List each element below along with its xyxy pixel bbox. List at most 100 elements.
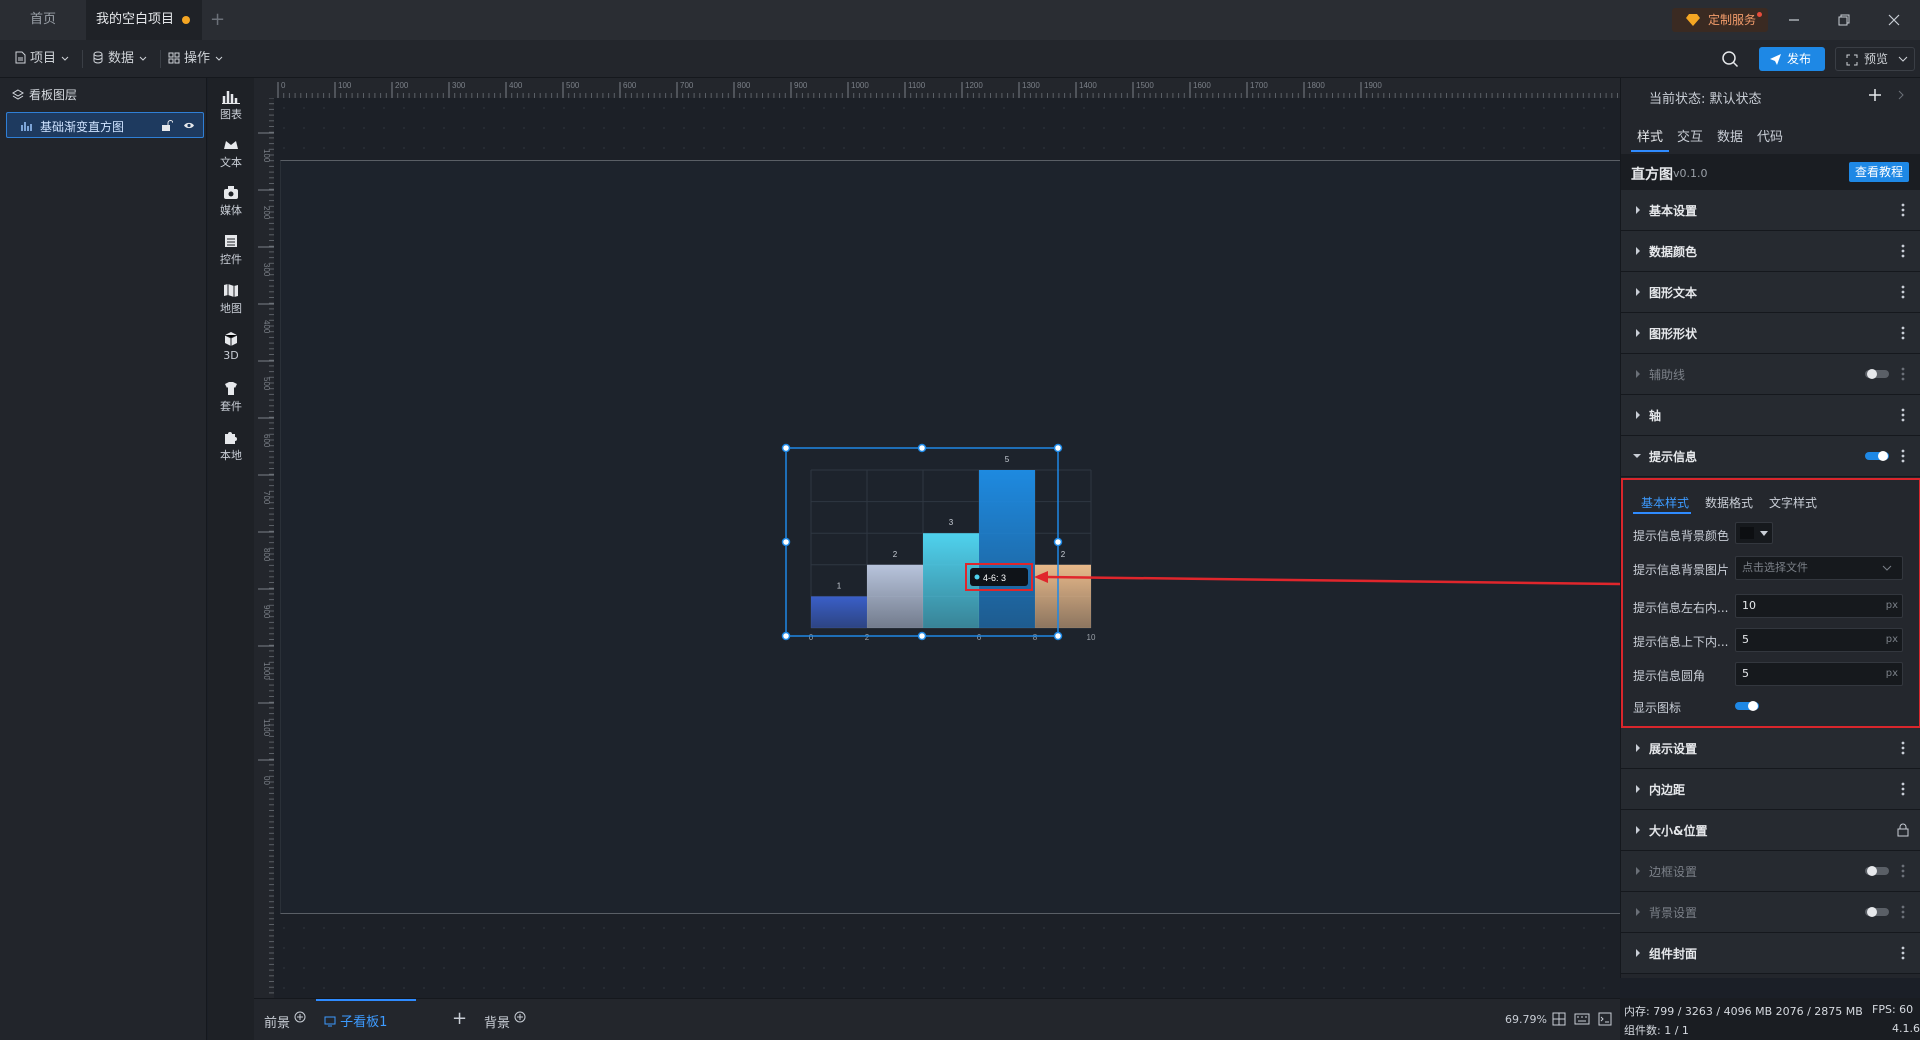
add-board-button[interactable]: + [452, 1008, 467, 1029]
custom-service-button[interactable]: 定制服务 [1672, 8, 1768, 32]
more-vertical-icon[interactable] [1901, 945, 1905, 961]
search-button[interactable] [1720, 49, 1740, 69]
component-kit[interactable]: 套件 [208, 380, 254, 414]
component-widget[interactable]: 控件 [208, 233, 254, 267]
tab-style[interactable]: 样式 [1637, 126, 1663, 145]
tab-code[interactable]: 代码 [1757, 126, 1783, 145]
section-padding[interactable]: 内边距 [1621, 769, 1920, 810]
add-tab-button[interactable]: + [210, 0, 230, 40]
component-local[interactable]: 本地 [208, 429, 254, 463]
more-vertical-icon[interactable] [1901, 904, 1905, 920]
eye-icon[interactable] [183, 121, 195, 130]
more-vertical-icon[interactable] [1901, 366, 1905, 382]
operate-menu[interactable]: 操作 [168, 50, 224, 68]
resize-handle[interactable] [1053, 537, 1063, 547]
minimize-button[interactable] [1782, 8, 1806, 32]
toggle-off[interactable] [1865, 906, 1889, 918]
tooltip-bg-color-picker[interactable] [1735, 522, 1773, 544]
tab-data[interactable]: 数据 [1717, 126, 1743, 145]
view-tutorial-button[interactable]: 查看教程 [1849, 162, 1909, 182]
more-vertical-icon[interactable] [1901, 863, 1905, 879]
resize-handle[interactable] [917, 631, 927, 641]
section-axis[interactable]: 轴 [1621, 395, 1920, 436]
add-circle-icon[interactable] [514, 1011, 526, 1023]
more-vertical-icon[interactable] [1901, 407, 1905, 423]
chevron-right-icon[interactable] [1897, 90, 1905, 100]
ruler-tick-label: 300 [262, 263, 271, 277]
subtab-text-style[interactable]: 文字样式 [1769, 494, 1817, 511]
lock-icon[interactable] [1897, 823, 1909, 837]
histogram-bar[interactable] [979, 470, 1035, 628]
publish-button[interactable]: 发布 [1759, 47, 1825, 71]
monitor-icon [324, 1016, 336, 1027]
subtab-basic-style[interactable]: 基本样式 [1641, 494, 1689, 511]
unlock-icon[interactable] [161, 120, 173, 132]
annotation-arrow [1034, 571, 1620, 586]
show-icon-toggle[interactable] [1735, 700, 1759, 712]
more-vertical-icon[interactable] [1901, 740, 1905, 756]
section-component-cover[interactable]: 组件封面 [1621, 933, 1920, 974]
resize-handle[interactable] [1053, 631, 1063, 641]
tab-home[interactable]: 首页 [0, 0, 86, 40]
histogram-chart[interactable]: 12352 0246810 4-6: 3 [274, 98, 1620, 998]
section-shape-style[interactable]: 图形形状 [1621, 313, 1920, 354]
tooltip-radius-input[interactable]: 5 px [1735, 662, 1903, 686]
component-3d[interactable]: 3D [208, 331, 254, 362]
data-menu[interactable]: 数据 [92, 50, 148, 68]
layer-panel: 看板图层 基础渐变直方图 [0, 78, 207, 1040]
close-button[interactable] [1882, 8, 1906, 32]
tooltip-padding-lr-input[interactable]: 10 px [1735, 594, 1903, 618]
tooltip-bg-image-select[interactable]: 点击选择文件 [1735, 556, 1903, 580]
add-circle-icon[interactable] [294, 1011, 306, 1023]
resize-handle[interactable] [781, 631, 791, 641]
section-shape-text[interactable]: 图形文本 [1621, 272, 1920, 313]
section-size-position[interactable]: 大小&位置 [1621, 810, 1920, 851]
keyboard-icon[interactable] [1574, 1013, 1590, 1025]
restore-button[interactable] [1832, 8, 1856, 32]
section-border-settings[interactable]: 边框设置 [1621, 851, 1920, 892]
toggle-off[interactable] [1865, 865, 1889, 877]
toggle-on[interactable] [1865, 450, 1889, 462]
section-display-settings[interactable]: 展示设置 [1621, 728, 1920, 769]
component-map[interactable]: 地图 [208, 282, 254, 316]
more-vertical-icon[interactable] [1901, 243, 1905, 259]
add-state-icon[interactable] [1867, 87, 1883, 103]
background-tab[interactable]: 背景 [484, 1011, 526, 1031]
more-vertical-icon[interactable] [1901, 781, 1905, 797]
ruler-tick-label: 800 [737, 81, 751, 90]
foreground-tab[interactable]: 前景 [264, 1011, 306, 1031]
resize-handle[interactable] [781, 443, 791, 453]
layer-item[interactable]: 基础渐变直方图 [6, 112, 204, 138]
more-vertical-icon[interactable] [1901, 448, 1905, 464]
section-background-settings[interactable]: 背景设置 [1621, 892, 1920, 933]
subtab-data-format[interactable]: 数据格式 [1705, 494, 1753, 511]
toggle-off[interactable] [1865, 368, 1889, 380]
resize-handle[interactable] [781, 537, 791, 547]
tab-my-project[interactable]: 我的空白项目 [86, 0, 202, 40]
canvas[interactable]: 12352 0246810 4-6: 3 [274, 98, 1620, 998]
component-media[interactable]: 媒体 [208, 184, 254, 218]
subboard-tab[interactable]: 子看板1 [324, 1011, 387, 1030]
zoom-level[interactable]: 69.79% [1505, 1013, 1547, 1026]
histogram-bar[interactable] [867, 564, 923, 628]
tooltip-padding-tb-input[interactable]: 5 px [1735, 628, 1903, 652]
component-text[interactable]: 文本 [208, 136, 254, 170]
section-basic-settings[interactable]: 基本设置 [1621, 190, 1920, 231]
terminal-icon[interactable] [1598, 1012, 1612, 1026]
tab-interaction[interactable]: 交互 [1677, 126, 1703, 145]
section-guide-lines[interactable]: 辅助线 [1621, 354, 1920, 395]
background-label: 背景 [484, 1016, 511, 1031]
section-data-colors[interactable]: 数据颜色 [1621, 231, 1920, 272]
project-menu[interactable]: 项目 [14, 50, 70, 68]
more-vertical-icon[interactable] [1901, 284, 1905, 300]
more-vertical-icon[interactable] [1901, 325, 1905, 341]
fit-screen-icon[interactable] [1552, 1012, 1566, 1026]
more-vertical-icon[interactable] [1901, 202, 1905, 218]
histogram-bar[interactable] [811, 596, 867, 628]
preview-button[interactable]: 预览 [1835, 47, 1915, 71]
resize-handle[interactable] [917, 443, 927, 453]
resize-handle[interactable] [1053, 443, 1063, 453]
component-chart[interactable]: 图表 [208, 88, 254, 122]
ruler-tick-label: 900 [794, 81, 808, 90]
section-tooltip[interactable]: 提示信息 [1621, 436, 1920, 477]
